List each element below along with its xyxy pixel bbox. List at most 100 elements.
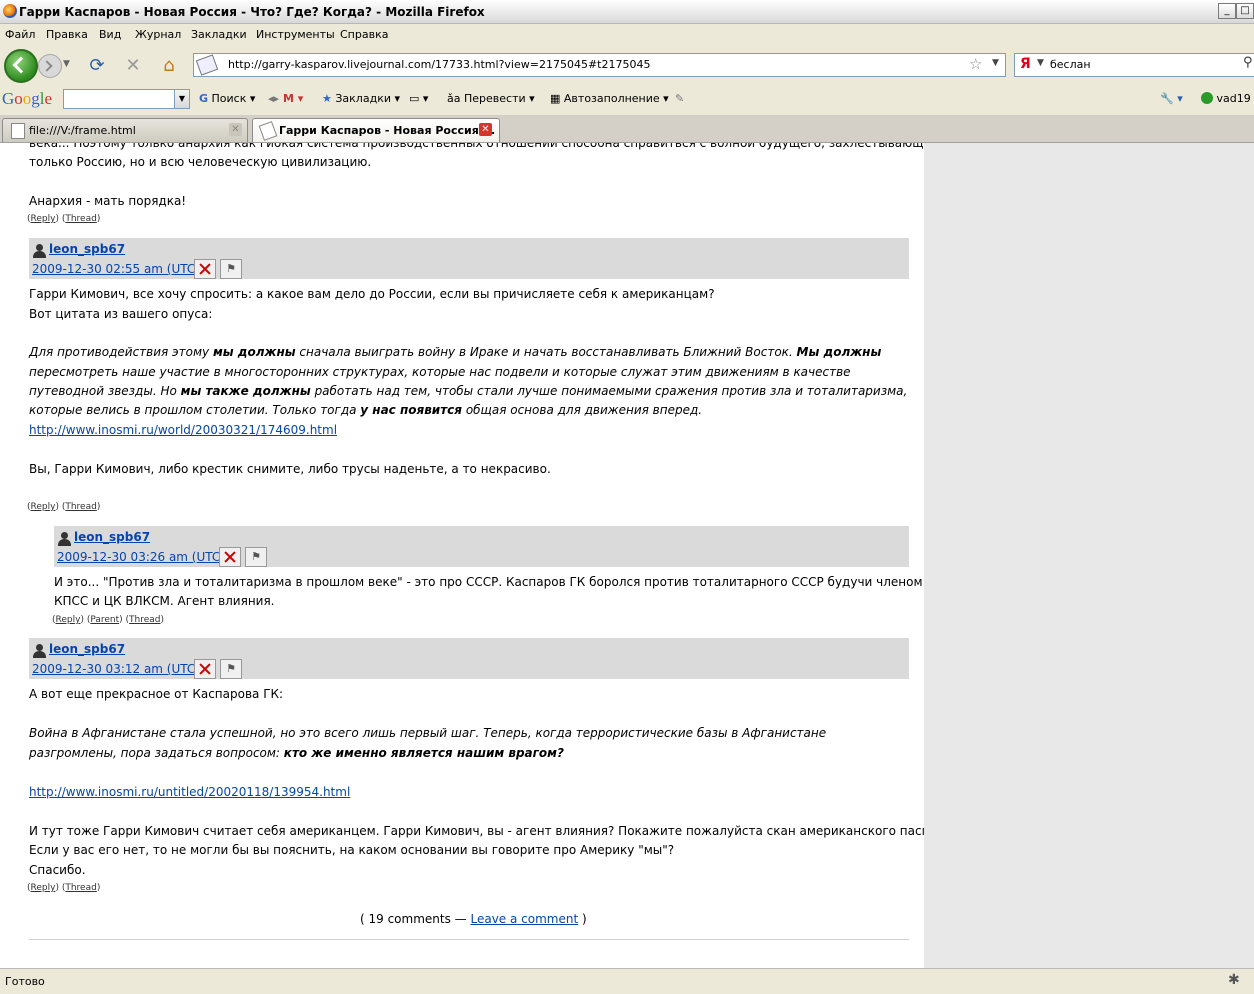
track-comment-icon[interactable]: ⚑ [220,659,242,679]
parent-link[interactable]: Parent [90,615,119,625]
delete-comment-icon[interactable] [194,259,216,279]
home-icon[interactable]: ⌂ [159,56,179,76]
username-link[interactable]: leon_spb67 [49,642,125,656]
comment-text: Гарри Кимович, все хочу спросить: а како… [29,287,715,301]
search-engine-dropdown-icon[interactable]: ▼ [1037,58,1044,68]
autofill-button[interactable]: ▦ Автозаполнение ▾ [550,92,669,105]
tab-frame[interactable]: file:///V:/frame.html ✕ [2,118,248,142]
google-user-label: vad19 [1216,92,1251,105]
status-text: Готово [5,975,45,988]
sidewiki-button[interactable]: ▭ ▾ [409,92,428,105]
google-g-icon: G [199,92,209,105]
search-input[interactable]: беслан [1050,58,1091,71]
comment-text: Вы, Гарри Кимович, либо крестик снимите,… [29,462,551,476]
comment-quote: Для противодействия этому мы должны снач… [29,345,882,359]
url-bar[interactable]: http://garry-kasparov.livejournal.com/17… [193,53,1006,77]
tab-kasparov[interactable]: Гарри Каспаров - Новая Россия ... ✕ [252,118,500,142]
thread-link[interactable]: Thread [65,883,96,893]
lj-page-icon [258,121,278,141]
stop-icon[interactable]: ✕ [123,56,143,76]
translate-button[interactable]: ǎa Перевести ▾ [447,92,535,105]
comment-date-link[interactable]: 2009-12-30 03:12 am (UTC) [32,662,200,676]
comment-text: Если у вас его нет, то не могли бы вы по… [29,843,675,857]
tab-close-icon[interactable]: ✕ [229,123,242,136]
comment-text: Анархия - мать порядка! [29,194,187,208]
comment-actions: (Reply) (Thread) [27,883,101,893]
username-link[interactable]: leon_spb67 [74,530,150,544]
comment-quote: которые велись в прошлом столетии. Тольк… [29,403,703,417]
google-account-button[interactable]: vad19 [1201,92,1251,105]
minimize-button[interactable]: _ [1218,3,1236,19]
back-button[interactable] [4,49,38,83]
wrench-icon[interactable]: 🔧 ▾ [1160,92,1183,105]
comment-actions: (Reply) (Thread) [27,502,101,512]
comment-date-link[interactable]: 2009-12-30 02:55 am (UTC) [32,262,200,276]
search-bar[interactable]: Я ▼ беслан ⚲ [1014,53,1254,77]
history-dropdown-icon[interactable]: ▼ [63,59,70,69]
reply-link[interactable]: Reply [31,883,56,893]
menu-file[interactable]: Файл [5,28,35,41]
reply-link[interactable]: Reply [31,502,56,512]
comment-text: И тут тоже Гарри Кимович считает себя ам… [29,824,924,838]
thread-link[interactable]: Thread [129,615,160,625]
highlighter-icon[interactable]: ✎ [675,92,684,105]
autofill-label: Автозаполнение [563,92,660,105]
google-search-input[interactable] [63,89,175,109]
inosmi-link[interactable]: http://www.inosmi.ru/untitled/20020118/1… [29,785,350,799]
comment-text: только Россию, но и всю человеческую цив… [29,155,372,169]
url-text: http://garry-kasparov.livejournal.com/17… [228,58,651,71]
inosmi-link[interactable]: http://www.inosmi.ru/world/20030321/1746… [29,423,337,437]
comment-date-link[interactable]: 2009-12-30 03:26 am (UTC) [57,550,225,564]
reply-link[interactable]: Reply [56,615,81,625]
delete-comment-icon[interactable] [219,547,241,567]
bookmark-star-icon[interactable]: ☆ [969,55,982,73]
firefox-icon [3,4,17,18]
comment-header: leon_spb67 2009-12-30 03:12 am (UTC) ⚑ [29,638,909,679]
tab-label: file:///V:/frame.html [29,124,136,137]
google-logo[interactable]: Google [2,89,52,109]
resize-grip-icon[interactable]: ✱ [1228,972,1240,988]
track-comment-icon[interactable]: ⚑ [220,259,242,279]
menu-history[interactable]: Журнал [135,28,181,41]
url-dropdown-icon[interactable]: ▼ [992,58,999,68]
maximize-button[interactable]: □ [1236,3,1254,19]
menu-edit[interactable]: Правка [46,28,88,41]
comment-header: leon_spb67 2009-12-30 03:26 am (UTC) ⚑ [54,526,909,567]
username-link[interactable]: leon_spb67 [49,242,125,256]
google-search-dropdown-icon[interactable]: ▼ [174,89,190,109]
user-icon[interactable] [33,644,46,658]
menu-help[interactable]: Справка [340,28,388,41]
comment-actions: (Reply) (Thread) [27,214,101,224]
reload-icon[interactable]: ⟳ [87,56,107,76]
google-search-button[interactable]: G Поиск ▾ [199,92,255,105]
menu-bookmarks[interactable]: Закладки [191,28,247,41]
reply-link[interactable]: Reply [31,214,56,224]
comment-header: leon_spb67 2009-12-30 02:55 am (UTC) ⚑ [29,238,909,279]
yandex-icon[interactable]: Я [1020,56,1031,72]
page-content: века... Поэтому только анархия как гибка… [0,143,924,968]
thread-link[interactable]: Thread [65,214,96,224]
gmail-icon[interactable]: M ▾ [283,92,303,105]
window-title: Гарри Каспаров - Новая Россия - Что? Где… [19,5,485,19]
track-comment-icon[interactable]: ⚑ [245,547,267,567]
status-bar: Готово ✱ [0,968,1254,994]
search-icon[interactable]: ⚲ [1243,55,1253,70]
comment-quote: пересмотреть наше участие в многосторонн… [29,365,851,379]
user-icon[interactable] [58,532,71,546]
translate-icon: ǎa [447,92,461,105]
divider-icon: ◂▸ [268,92,280,105]
comments-footer: ( 19 comments — Leave a comment ) [360,912,587,926]
menu-bar: Файл Правка Вид Журнал Закладки Инструме… [0,24,1254,47]
menu-view[interactable]: Вид [99,28,121,41]
google-search-label: Поиск [211,92,247,105]
leave-comment-link[interactable]: Leave a comment [470,912,578,926]
user-icon[interactable] [33,244,46,258]
delete-comment-icon[interactable] [194,659,216,679]
site-identity-icon[interactable] [195,54,219,76]
comment-text: И это... "Против зла и тоталитаризма в п… [54,575,923,589]
forward-button[interactable] [38,54,62,78]
menu-tools[interactable]: Инструменты [256,28,335,41]
tab-close-icon[interactable]: ✕ [479,123,492,136]
google-bookmarks-button[interactable]: ★ Закладки ▾ [322,92,400,105]
thread-link[interactable]: Thread [65,502,96,512]
